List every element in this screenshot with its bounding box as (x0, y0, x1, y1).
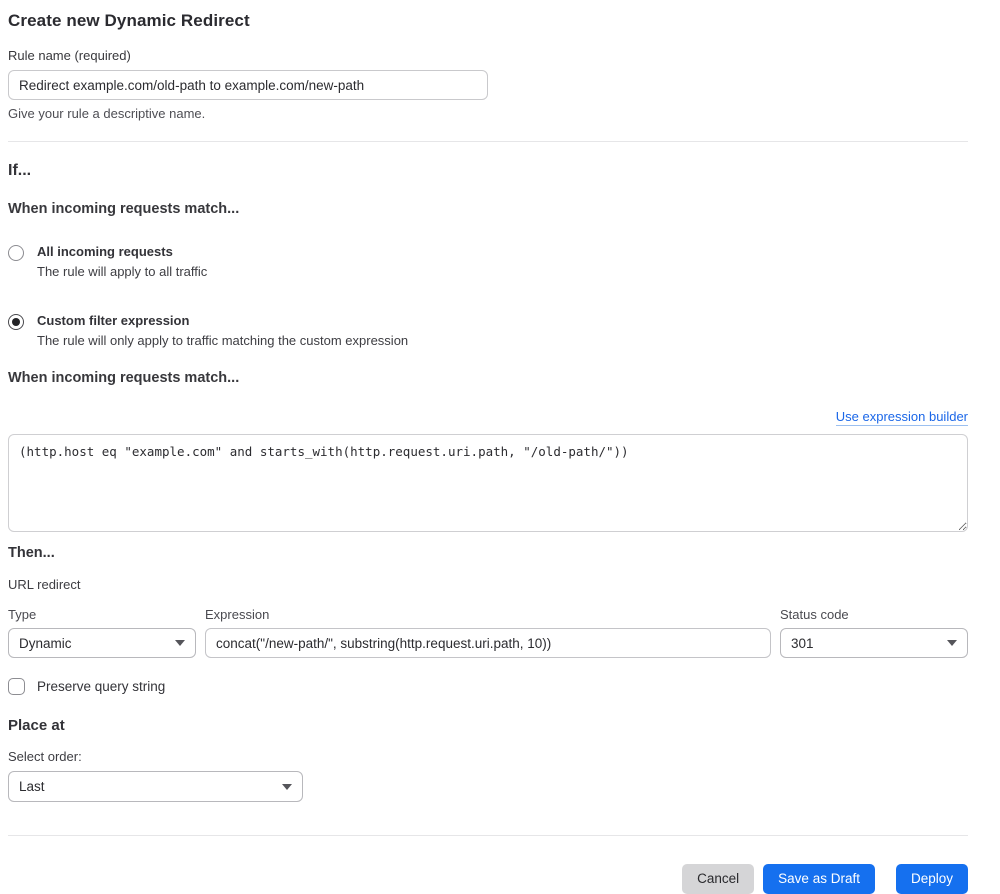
preserve-query-row[interactable]: Preserve query string (8, 678, 968, 695)
redirect-fields-row: Type Dynamic Expression Status code 301 (8, 607, 968, 658)
chevron-down-icon (282, 783, 292, 790)
rule-name-input[interactable] (8, 70, 488, 100)
status-code-label: Status code (780, 607, 849, 622)
preserve-query-label: Preserve query string (37, 679, 166, 694)
page-title: Create new Dynamic Redirect (8, 11, 250, 30)
select-order-label: Select order: (8, 749, 82, 764)
save-as-draft-button[interactable]: Save as Draft (763, 864, 875, 894)
radio-custom-filter-description: The rule will only apply to traffic matc… (37, 333, 409, 348)
radio-custom-filter-icon[interactable] (8, 314, 24, 330)
chevron-down-icon (947, 640, 957, 646)
if-heading: If... (8, 162, 32, 179)
then-heading: Then... (8, 545, 55, 561)
redirect-expression-input[interactable] (205, 628, 771, 658)
request-match-radio-group: All incoming requests The rule will appl… (8, 244, 968, 349)
match-heading: When incoming requests match... (8, 201, 240, 217)
create-redirect-form: Create new Dynamic Redirect Rule name (r… (8, 0, 968, 894)
cancel-button[interactable]: Cancel (682, 864, 755, 894)
rule-name-help: Give your rule a descriptive name. (8, 106, 206, 121)
order-select-value: Last (19, 779, 45, 794)
radio-all-requests-icon[interactable] (8, 245, 24, 261)
order-select[interactable]: Last (8, 771, 303, 802)
type-label: Type (8, 607, 37, 622)
status-code-select-value: 301 (791, 635, 814, 651)
expression-label: Expression (205, 607, 270, 622)
filter-expression-textarea[interactable]: (http.host eq "example.com" and starts_w… (8, 434, 968, 532)
status-code-select[interactable]: 301 (780, 628, 968, 658)
preserve-query-checkbox[interactable] (8, 678, 25, 695)
radio-custom-filter-label: Custom filter expression (37, 313, 190, 328)
footer-actions: Cancel Save as Draft Deploy (8, 864, 968, 894)
radio-option-1[interactable]: Custom filter expression The rule will o… (8, 313, 968, 349)
radio-all-requests-description: The rule will apply to all traffic (37, 264, 208, 279)
deploy-button[interactable]: Deploy (895, 864, 968, 894)
type-select-value: Dynamic (19, 635, 72, 651)
chevron-down-icon (175, 640, 185, 646)
type-select[interactable]: Dynamic (8, 628, 196, 658)
url-redirect-label: URL redirect (8, 577, 81, 592)
footer-divider (8, 835, 968, 836)
rule-name-label: Rule name (required) (8, 48, 131, 63)
section-divider (8, 141, 968, 142)
radio-option-0[interactable]: All incoming requests The rule will appl… (8, 244, 968, 280)
place-at-heading: Place at (8, 717, 65, 734)
radio-all-requests-label: All incoming requests (37, 244, 173, 259)
use-expression-builder-link[interactable]: Use expression builder (835, 409, 968, 426)
expression-heading: When incoming requests match... (8, 370, 240, 386)
